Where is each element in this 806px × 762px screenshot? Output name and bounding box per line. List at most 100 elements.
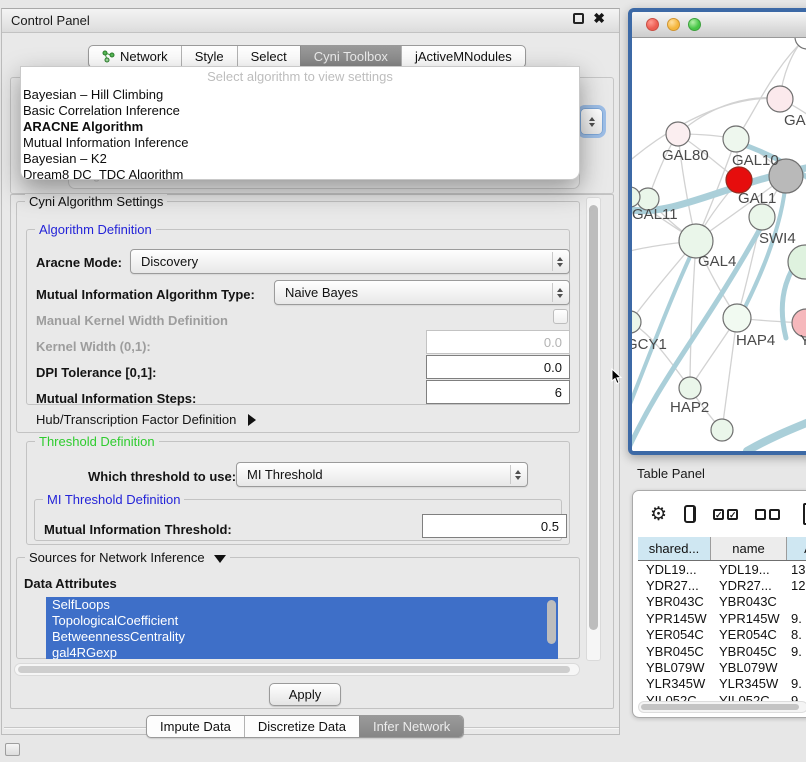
table-row[interactable]: YER054CYER054C8. [638,627,806,643]
mi-threshold-input[interactable]: 0.5 [422,514,567,538]
aracne-mode-combobox[interactable]: Discovery [130,249,570,274]
network-view-window[interactable]: GAL80 GAL10 GAL1 GAL11 SWI4 GAL4 GCY1 HA… [628,8,806,455]
close-panel-button[interactable]: ✖ [593,13,605,24]
algorithm-definition-legend: Algorithm Definition [35,222,156,237]
minimize-window-button[interactable] [667,18,680,31]
gear-icon[interactable]: ⚙ [650,505,667,524]
node-hap4[interactable] [723,304,751,332]
columns-icon[interactable] [684,505,696,523]
deselect-all-icon[interactable] [755,509,780,520]
mi-algorithm-type-combobox[interactable]: Naive Bayes [274,280,570,305]
zoom-window-button[interactable] [688,18,701,31]
node-label: GAL1 [738,190,776,207]
algorithm-combobox-arrows[interactable] [580,108,603,135]
tab-select[interactable]: Select [237,46,300,67]
node-gal10[interactable] [723,126,749,152]
algorithm-option[interactable]: Basic Correlation Inference [21,103,579,119]
sources-legend[interactable]: Sources for Network Inference [25,550,230,565]
node-gcy1[interactable] [632,311,641,333]
apply-button[interactable]: Apply [269,683,341,706]
node-label: GAL80 [662,147,709,164]
algorithm-option[interactable]: Dream8 DC_TDC Algorithm [21,167,579,180]
scrollbar-thumb[interactable] [18,666,570,673]
tab-cyni-toolbox[interactable]: Cyni Toolbox [300,46,401,67]
table-row[interactable]: YLR345WYLR345W9. [638,676,806,692]
control-panel-title: Control Panel [11,13,90,28]
dropdown-prompt: Select algorithm to view settings [21,67,579,87]
column-header-partial[interactable]: A [787,537,806,560]
attribute-item-selected[interactable]: TopologicalCoefficient [46,613,558,629]
float-panel-icon[interactable] [5,743,20,756]
close-window-button[interactable] [646,18,659,31]
scrollbar-thumb[interactable] [641,704,799,710]
table-row[interactable]: YDL19...YDL19...13 [638,561,806,577]
scrollbar-thumb[interactable] [589,205,598,630]
mi-algorithm-type-label: Mutual Information Algorithm Type: [36,287,255,302]
node-gal80[interactable] [666,122,690,146]
algorithm-option[interactable]: Bayesian – Hill Climbing [21,87,579,103]
tab-infer-network[interactable]: Infer Network [359,716,463,737]
table-row[interactable]: YBR045CYBR045C9. [638,643,806,659]
control-panel-window: Control Panel ✖ Network [1,8,620,735]
tab-impute-data[interactable]: Impute Data [147,716,244,737]
network-window-titlebar [632,12,806,38]
attributes-scrollbar[interactable] [547,600,556,644]
table-row[interactable]: YPR145WYPR145W9. [638,610,806,626]
tab-discretize-data[interactable]: Discretize Data [244,716,359,737]
algorithm-dropdown-popup: Select algorithm to view settings Bayesi… [20,66,580,180]
tab-network[interactable]: Network [89,46,181,67]
data-attributes-label: Data Attributes [24,576,117,591]
screen: Control Panel ✖ Network [0,0,806,762]
attribute-item-selected[interactable]: SelfLoops [46,597,558,613]
node-label: HAP2 [670,399,709,416]
which-threshold-combobox[interactable]: MI Threshold [236,462,528,487]
attribute-item-selected[interactable]: BetweennessCentrality [46,629,558,645]
node-label: GAL4 [698,253,736,270]
table-row[interactable]: YDR27...YDR27...12 [638,577,806,593]
aracne-mode-label: Aracne Mode: [36,255,122,270]
kernel-width-input[interactable]: 0.0 [426,330,570,354]
column-header-shared-name[interactable]: shared... [638,537,711,560]
node-label: GAL10 [732,152,779,169]
node-label: Y [800,332,806,349]
network-canvas[interactable]: GAL80 GAL10 GAL1 GAL11 SWI4 GAL4 GCY1 HA… [632,38,806,451]
control-panel-tabbar: Network Style Select Cyni Toolbox jActiv… [88,45,526,68]
tab-style[interactable]: Style [181,46,237,67]
tab-network-label: Network [120,49,168,64]
node[interactable] [711,419,733,441]
cyni-bottom-tabbar: Impute Data Discretize Data Infer Networ… [146,715,464,738]
attribute-item-selected[interactable]: gal4RGexp [46,645,558,659]
algorithm-option[interactable]: Bayesian – K2 [21,151,579,167]
node-table: shared... name A YDL19...YDL19...13 YDR2… [638,537,806,709]
column-header-name[interactable]: name [711,537,787,560]
data-attributes-list[interactable]: SelfLoops TopologicalCoefficient Between… [46,597,558,659]
combo-arrows-icon [510,465,525,484]
expander-arrow-icon [248,414,256,426]
mi-steps-label: Mutual Information Steps: [36,391,196,406]
tab-jactivemnodules[interactable]: jActiveMNodules [401,46,525,67]
combo-down-arrow-icon [589,123,595,127]
settings-horizontal-scrollbar[interactable] [14,663,580,676]
settings-vertical-scrollbar[interactable] [586,197,601,661]
mi-threshold-label: Mutual Information Threshold: [44,522,232,537]
node[interactable] [767,86,793,112]
node-label: GCY1 [632,336,667,353]
algorithm-option[interactable]: Mutual Information Inference [21,135,579,151]
combo-arrows-icon [552,283,567,302]
algorithm-option-selected[interactable]: ARACNE Algorithm [21,119,579,135]
table-row[interactable]: YBR043CYBR043C [638,594,806,610]
control-panel-titlebar: Control Panel ✖ [2,9,619,33]
manual-kernel-width-checkbox[interactable] [553,309,568,324]
select-all-icon[interactable]: ✓✓ [713,509,738,520]
dpi-tolerance-input[interactable]: 0.0 [426,355,570,379]
float-panel-button[interactable] [573,13,584,24]
node-hap2[interactable] [679,377,701,399]
table-horizontal-scrollbar[interactable] [638,701,806,713]
table-panel-window: ⚙ ✓✓ shared... name A YDL19...YDL19...13… [632,490,806,718]
hub-definition-expander[interactable]: Hub/Transcription Factor Definition [36,412,256,427]
mi-steps-input[interactable]: 6 [426,380,570,404]
node-label: GAL [784,112,806,129]
table-row[interactable]: YBL079WYBL079W [638,659,806,675]
node-swi4[interactable] [749,204,775,230]
combo-up-arrow-icon [589,117,595,121]
